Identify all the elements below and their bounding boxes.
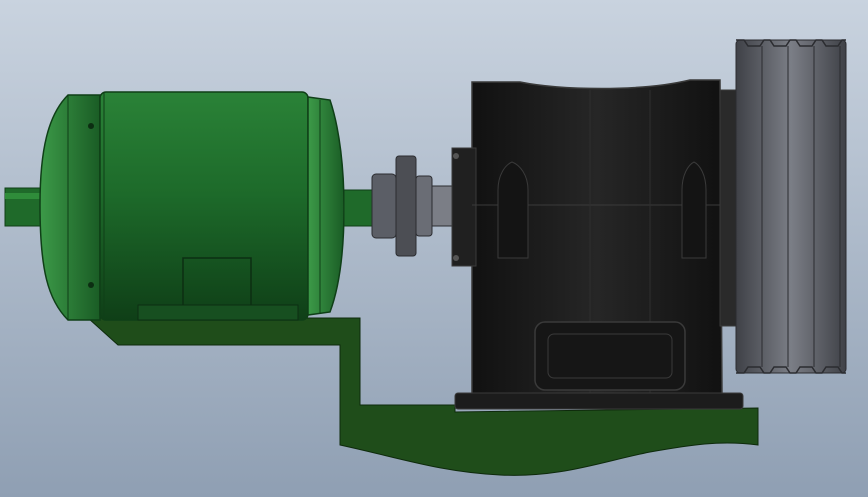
housing-lobe-right [681,161,707,259]
bolt-icon [453,255,459,261]
motor-foot [137,304,299,321]
housing-lobe-left [497,161,529,259]
bolt-icon [88,282,94,288]
gearbox-input-flange [451,147,477,267]
gearbox-base-plate [454,392,744,410]
gearbox-inspection-cover [534,321,686,391]
coupling-hub-left [371,173,397,239]
shaft-highlight [5,193,43,199]
coupling-hub-right [415,175,433,237]
coupling-flange [395,155,417,257]
cad-assembly-viewport [0,0,868,497]
bolt-icon [88,123,94,129]
motor-output-shaft [343,189,375,227]
motor-body [99,91,309,321]
bolt-icon [453,153,459,159]
pulley-hub [719,89,739,327]
v-belt-pulley [735,39,847,374]
